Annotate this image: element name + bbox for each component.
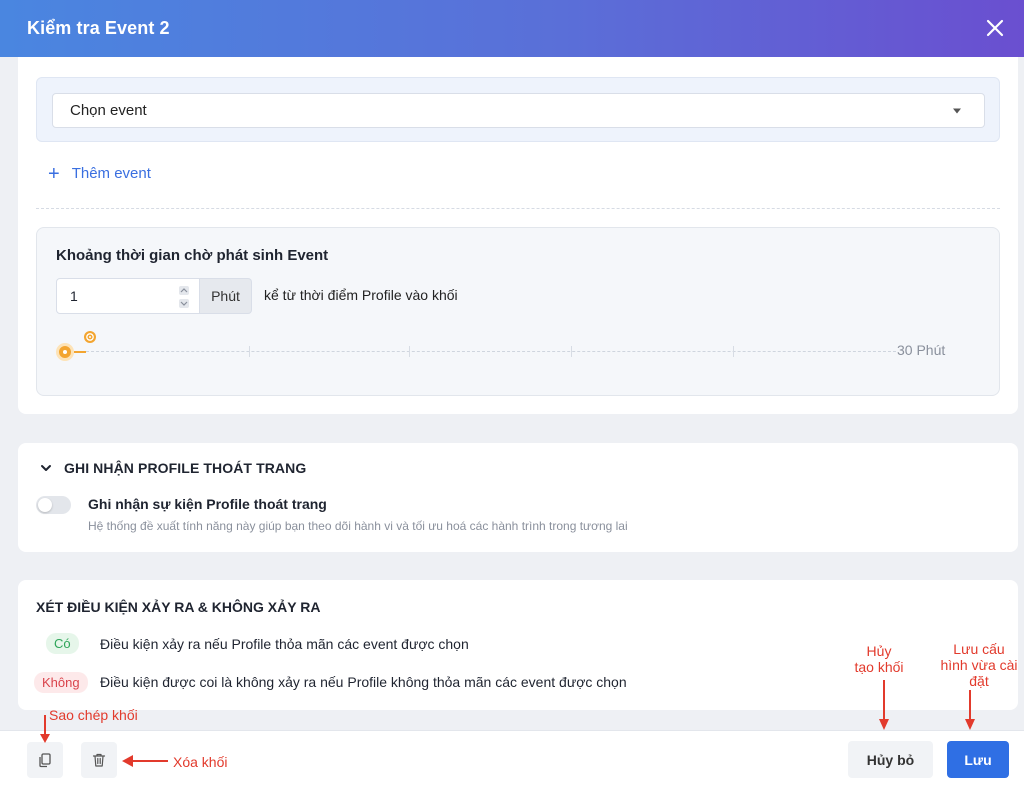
modal-header: Kiểm tra Event 2: [0, 0, 1024, 57]
stepper-down-icon[interactable]: [179, 299, 189, 308]
annotation-arrow-left-icon: [122, 755, 168, 767]
event-select-box: Chọn event: [36, 77, 1000, 142]
event-config-card: Chọn event + Thêm event Khoảng thời gian…: [18, 57, 1018, 414]
exit-section-title: GHI NHẬN PROFILE THOÁT TRANG: [64, 460, 307, 476]
annotation-cancel: Hủy tạo khối: [848, 643, 910, 675]
condition-section-title: XÉT ĐIỀU KIỆN XẢY RA & KHÔNG XẢY RA: [36, 599, 321, 615]
gear-icon: [84, 331, 96, 343]
annotation-copy: Sao chép khối: [49, 707, 138, 723]
exit-section-header[interactable]: GHI NHẬN PROFILE THOÁT TRANG: [40, 460, 306, 476]
no-tag: Không: [34, 672, 88, 693]
slider-tick: [733, 346, 734, 357]
exit-page-toggle[interactable]: [36, 496, 71, 514]
trash-icon: [92, 753, 106, 767]
wait-time-slider[interactable]: [56, 331, 896, 366]
slider-track: [76, 351, 896, 352]
dashed-divider: [36, 208, 1000, 209]
annotation-save-line: đặt: [969, 673, 989, 689]
wait-time-unit: Phút: [200, 278, 252, 314]
wait-time-title: Khoảng thời gian chờ phát sinh Event: [56, 247, 329, 264]
save-button[interactable]: Lưu: [947, 741, 1009, 778]
wait-time-input[interactable]: 1: [56, 278, 200, 314]
slider-tick: [571, 346, 572, 357]
add-event-label: Thêm event: [71, 165, 151, 182]
yes-tag: Có: [46, 633, 79, 654]
exit-page-description: Hệ thống đề xuất tính năng này giúp bạn …: [88, 519, 628, 533]
slider-handle[interactable]: [56, 343, 74, 361]
annotation-save: Lưu cấu hình vừa cài đặt: [934, 641, 1024, 689]
copy-icon: [39, 753, 51, 768]
caret-down-icon: [953, 108, 961, 114]
close-icon[interactable]: [982, 15, 1008, 41]
annotation-delete: Xóa khối: [173, 754, 228, 770]
wait-time-box: Khoảng thời gian chờ phát sinh Event 1 P…: [36, 227, 1000, 396]
slider-fill: [74, 351, 86, 353]
modal-title: Kiểm tra Event 2: [27, 18, 170, 38]
cancel-button[interactable]: Hủy bỏ: [848, 741, 933, 778]
wait-time-value: 1: [70, 288, 78, 304]
annotation-arrow-down-icon: [879, 680, 889, 730]
annotation-arrow-down-icon: [40, 715, 50, 743]
annotation-cancel-line: tạo khối: [854, 659, 904, 675]
plus-icon: +: [48, 162, 60, 185]
slider-tick: [249, 346, 250, 357]
yes-condition-text: Điều kiện xảy ra nếu Profile thỏa mãn cá…: [100, 636, 469, 652]
add-event-button[interactable]: + Thêm event: [48, 162, 151, 185]
exit-page-card: GHI NHẬN PROFILE THOÁT TRANG Ghi nhận sự…: [18, 443, 1018, 552]
copy-block-button[interactable]: [27, 742, 63, 778]
annotation-save-line: Lưu cấu: [953, 641, 1005, 657]
no-condition-text: Điều kiện được coi là không xảy ra nếu P…: [100, 674, 627, 690]
stepper-up-icon[interactable]: [179, 286, 189, 295]
annotation-arrow-down-icon: [965, 690, 975, 730]
annotation-cancel-line: Hủy: [866, 643, 892, 659]
slider-tick: [409, 346, 410, 357]
wait-time-since-text: kể từ thời điểm Profile vào khối: [264, 287, 458, 303]
number-stepper[interactable]: [179, 286, 189, 308]
event-select-value: Chọn event: [70, 102, 147, 119]
event-select[interactable]: Chọn event: [52, 93, 985, 128]
delete-block-button[interactable]: [81, 742, 117, 778]
slider-max-label: 30 Phút: [897, 342, 946, 358]
chevron-down-icon: [41, 465, 51, 471]
exit-page-toggle-label: Ghi nhận sự kiện Profile thoát trang: [88, 496, 327, 512]
annotation-save-line: hình vừa cài: [940, 657, 1018, 673]
